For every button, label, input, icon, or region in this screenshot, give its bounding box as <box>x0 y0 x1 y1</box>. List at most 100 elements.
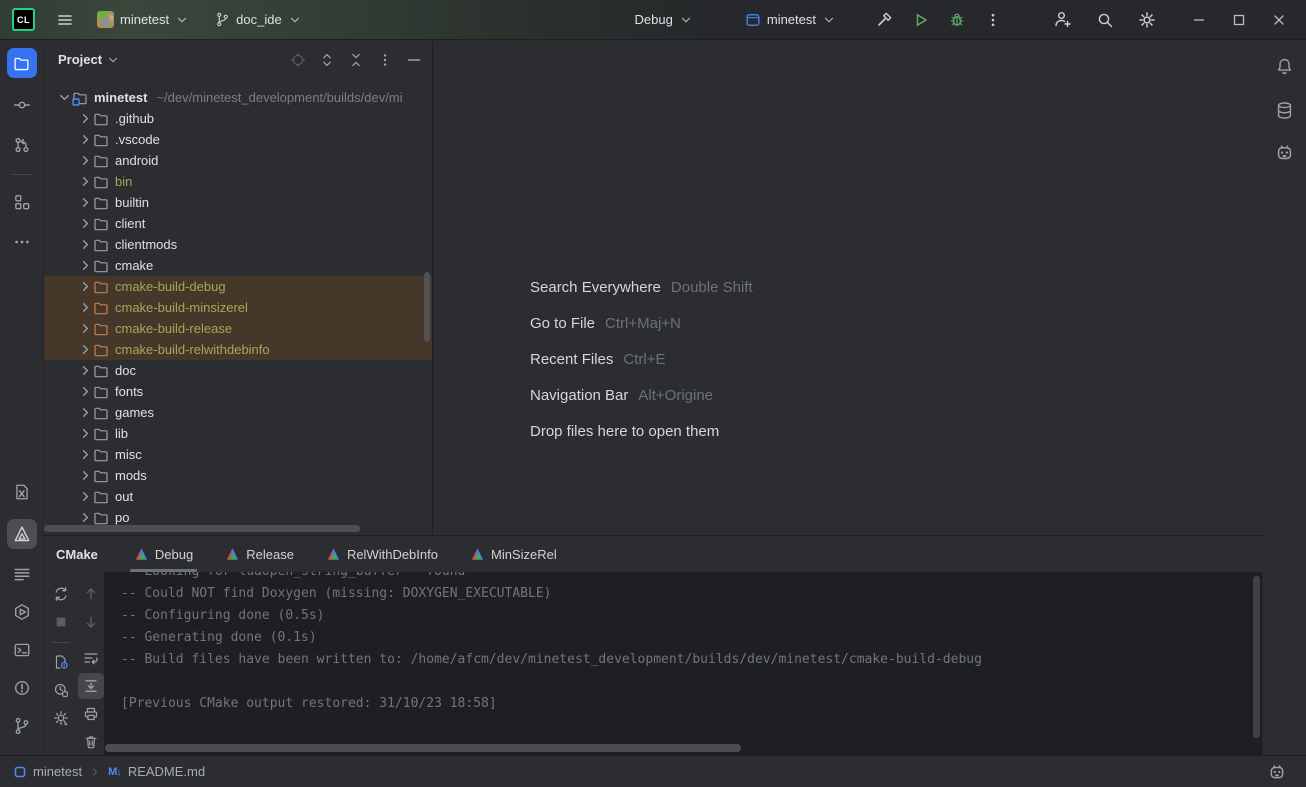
tree-item[interactable]: android <box>44 150 432 171</box>
settings-gear-button[interactable] <box>48 705 74 731</box>
main-menu-button[interactable] <box>49 7 81 33</box>
build-button[interactable] <box>868 6 901 33</box>
console-horizontal-scrollbar[interactable] <box>105 744 741 752</box>
debug-button[interactable] <box>941 7 973 33</box>
maximize-button[interactable] <box>1222 5 1256 35</box>
database-tool-button[interactable] <box>1270 95 1300 125</box>
tree-item[interactable]: builtin <box>44 192 432 213</box>
history-button[interactable] <box>48 677 74 703</box>
tree-item[interactable]: .vscode <box>44 129 432 150</box>
settings-button[interactable] <box>1130 6 1164 34</box>
commit-tool-button[interactable] <box>7 90 37 120</box>
markdown-file-icon: M↓ <box>108 766 121 778</box>
tree-item[interactable]: doc <box>44 360 432 381</box>
folder-icon <box>93 195 109 211</box>
breadcrumb-file[interactable]: README.md <box>128 764 205 779</box>
hammer-icon <box>876 11 893 28</box>
code-with-me-button[interactable] <box>1045 5 1080 34</box>
tree-item[interactable]: client <box>44 213 432 234</box>
tree-item[interactable]: cmake <box>44 255 432 276</box>
prev-message-button[interactable] <box>78 581 104 607</box>
project-panel: Project minetest ~/dev/minetest_developm… <box>44 41 433 535</box>
pull-requests-tool-button[interactable] <box>7 130 37 160</box>
tree-item[interactable]: misc <box>44 444 432 465</box>
chevron-right-icon <box>78 174 93 189</box>
services-tool-button[interactable] <box>7 597 37 627</box>
tree-item[interactable]: out <box>44 486 432 507</box>
project-horizontal-scrollbar[interactable] <box>44 525 360 532</box>
panel-options-icon[interactable] <box>377 52 393 68</box>
chevron-right-icon <box>78 510 93 525</box>
project-vertical-scrollbar[interactable] <box>424 272 430 342</box>
soft-wrap-button[interactable] <box>78 645 104 671</box>
build-type-selector[interactable]: Debug <box>627 7 701 32</box>
tree-item[interactable]: cmake-build-relwithdebinfo <box>44 339 432 360</box>
project-panel-title-button[interactable]: Project <box>58 52 120 67</box>
tab-relwithdebinfo[interactable]: RelWithDebInfo <box>326 536 438 572</box>
ai-assistant-status-button[interactable] <box>1262 757 1292 787</box>
tree-item[interactable]: games <box>44 402 432 423</box>
vcs-branch-widget[interactable]: doc_ide <box>207 7 310 32</box>
tree-item[interactable]: cmake-build-release <box>44 318 432 339</box>
locate-file-icon[interactable] <box>290 52 306 68</box>
folder-icon <box>93 405 109 421</box>
tree-item[interactable]: fonts <box>44 381 432 402</box>
run-configuration-selector[interactable]: minetest <box>737 7 844 33</box>
console-line: -- Generating done (0.1s) <box>121 627 1262 649</box>
run-button[interactable] <box>905 7 937 33</box>
scroll-to-end-button[interactable] <box>78 673 104 699</box>
collapse-all-icon[interactable] <box>348 52 364 68</box>
tree-item[interactable]: cmake-build-debug <box>44 276 432 297</box>
debug-bug-icon <box>949 12 965 28</box>
file-tool-button[interactable] <box>7 477 37 507</box>
breadcrumb-project[interactable]: minetest <box>33 764 82 779</box>
stop-button[interactable] <box>48 609 74 635</box>
project-panel-header: Project <box>44 41 432 78</box>
clear-console-button[interactable] <box>78 729 104 755</box>
chevron-right-icon <box>78 153 93 168</box>
project-widget[interactable]: minetest <box>89 6 197 33</box>
tab-release[interactable]: Release <box>225 536 294 572</box>
hint-shortcut: Alt+Origine <box>638 387 713 404</box>
reload-cmake-button[interactable] <box>48 581 74 607</box>
cmake-tool-button[interactable] <box>7 519 37 549</box>
run-config-icon <box>745 12 761 28</box>
hint-label: Go to File <box>530 315 595 332</box>
tree-root-row[interactable]: minetest ~/dev/minetest_development/buil… <box>44 87 432 108</box>
todo-tool-button[interactable] <box>7 559 37 589</box>
search-everywhere-button[interactable] <box>1088 6 1122 34</box>
folder-icon <box>93 447 109 463</box>
notifications-button[interactable] <box>1270 51 1300 81</box>
expand-all-icon[interactable] <box>319 52 335 68</box>
terminal-tool-button[interactable] <box>7 635 37 665</box>
minimize-button[interactable] <box>1182 5 1216 35</box>
cmake-logo-icon <box>326 547 341 562</box>
ai-assistant-tool-button[interactable] <box>1270 137 1300 167</box>
tab-minsizerel[interactable]: MinSizeRel <box>470 536 557 572</box>
next-message-button[interactable] <box>78 609 104 635</box>
structure-tool-button[interactable] <box>7 187 37 217</box>
close-button[interactable] <box>1262 5 1296 35</box>
tree-item[interactable]: lib <box>44 423 432 444</box>
project-tool-button[interactable] <box>7 48 37 78</box>
folder-icon <box>93 258 109 274</box>
tab-debug[interactable]: Debug <box>134 536 193 572</box>
git-tool-button[interactable] <box>7 711 37 741</box>
hide-panel-icon[interactable] <box>406 52 422 68</box>
tree-item[interactable]: clientmods <box>44 234 432 255</box>
more-actions-button[interactable] <box>977 7 1009 33</box>
chevron-right-icon <box>78 405 93 420</box>
chevron-down-icon <box>822 13 836 27</box>
console-vertical-scrollbar[interactable] <box>1253 576 1260 738</box>
more-tool-windows-button[interactable] <box>7 227 37 257</box>
open-cmake-settings-button[interactable] <box>48 649 74 675</box>
tree-item[interactable]: .github <box>44 108 432 129</box>
tree-item[interactable]: cmake-build-minsizerel <box>44 297 432 318</box>
chevron-right-icon <box>78 426 93 441</box>
clion-logo: CL <box>12 8 35 31</box>
tree-item[interactable]: bin <box>44 171 432 192</box>
problems-tool-button[interactable] <box>7 673 37 703</box>
tree-item[interactable]: mods <box>44 465 432 486</box>
cmake-console[interactable]: -- Looking for luaopen_string_buffer - f… <box>104 572 1262 755</box>
print-button[interactable] <box>78 701 104 727</box>
